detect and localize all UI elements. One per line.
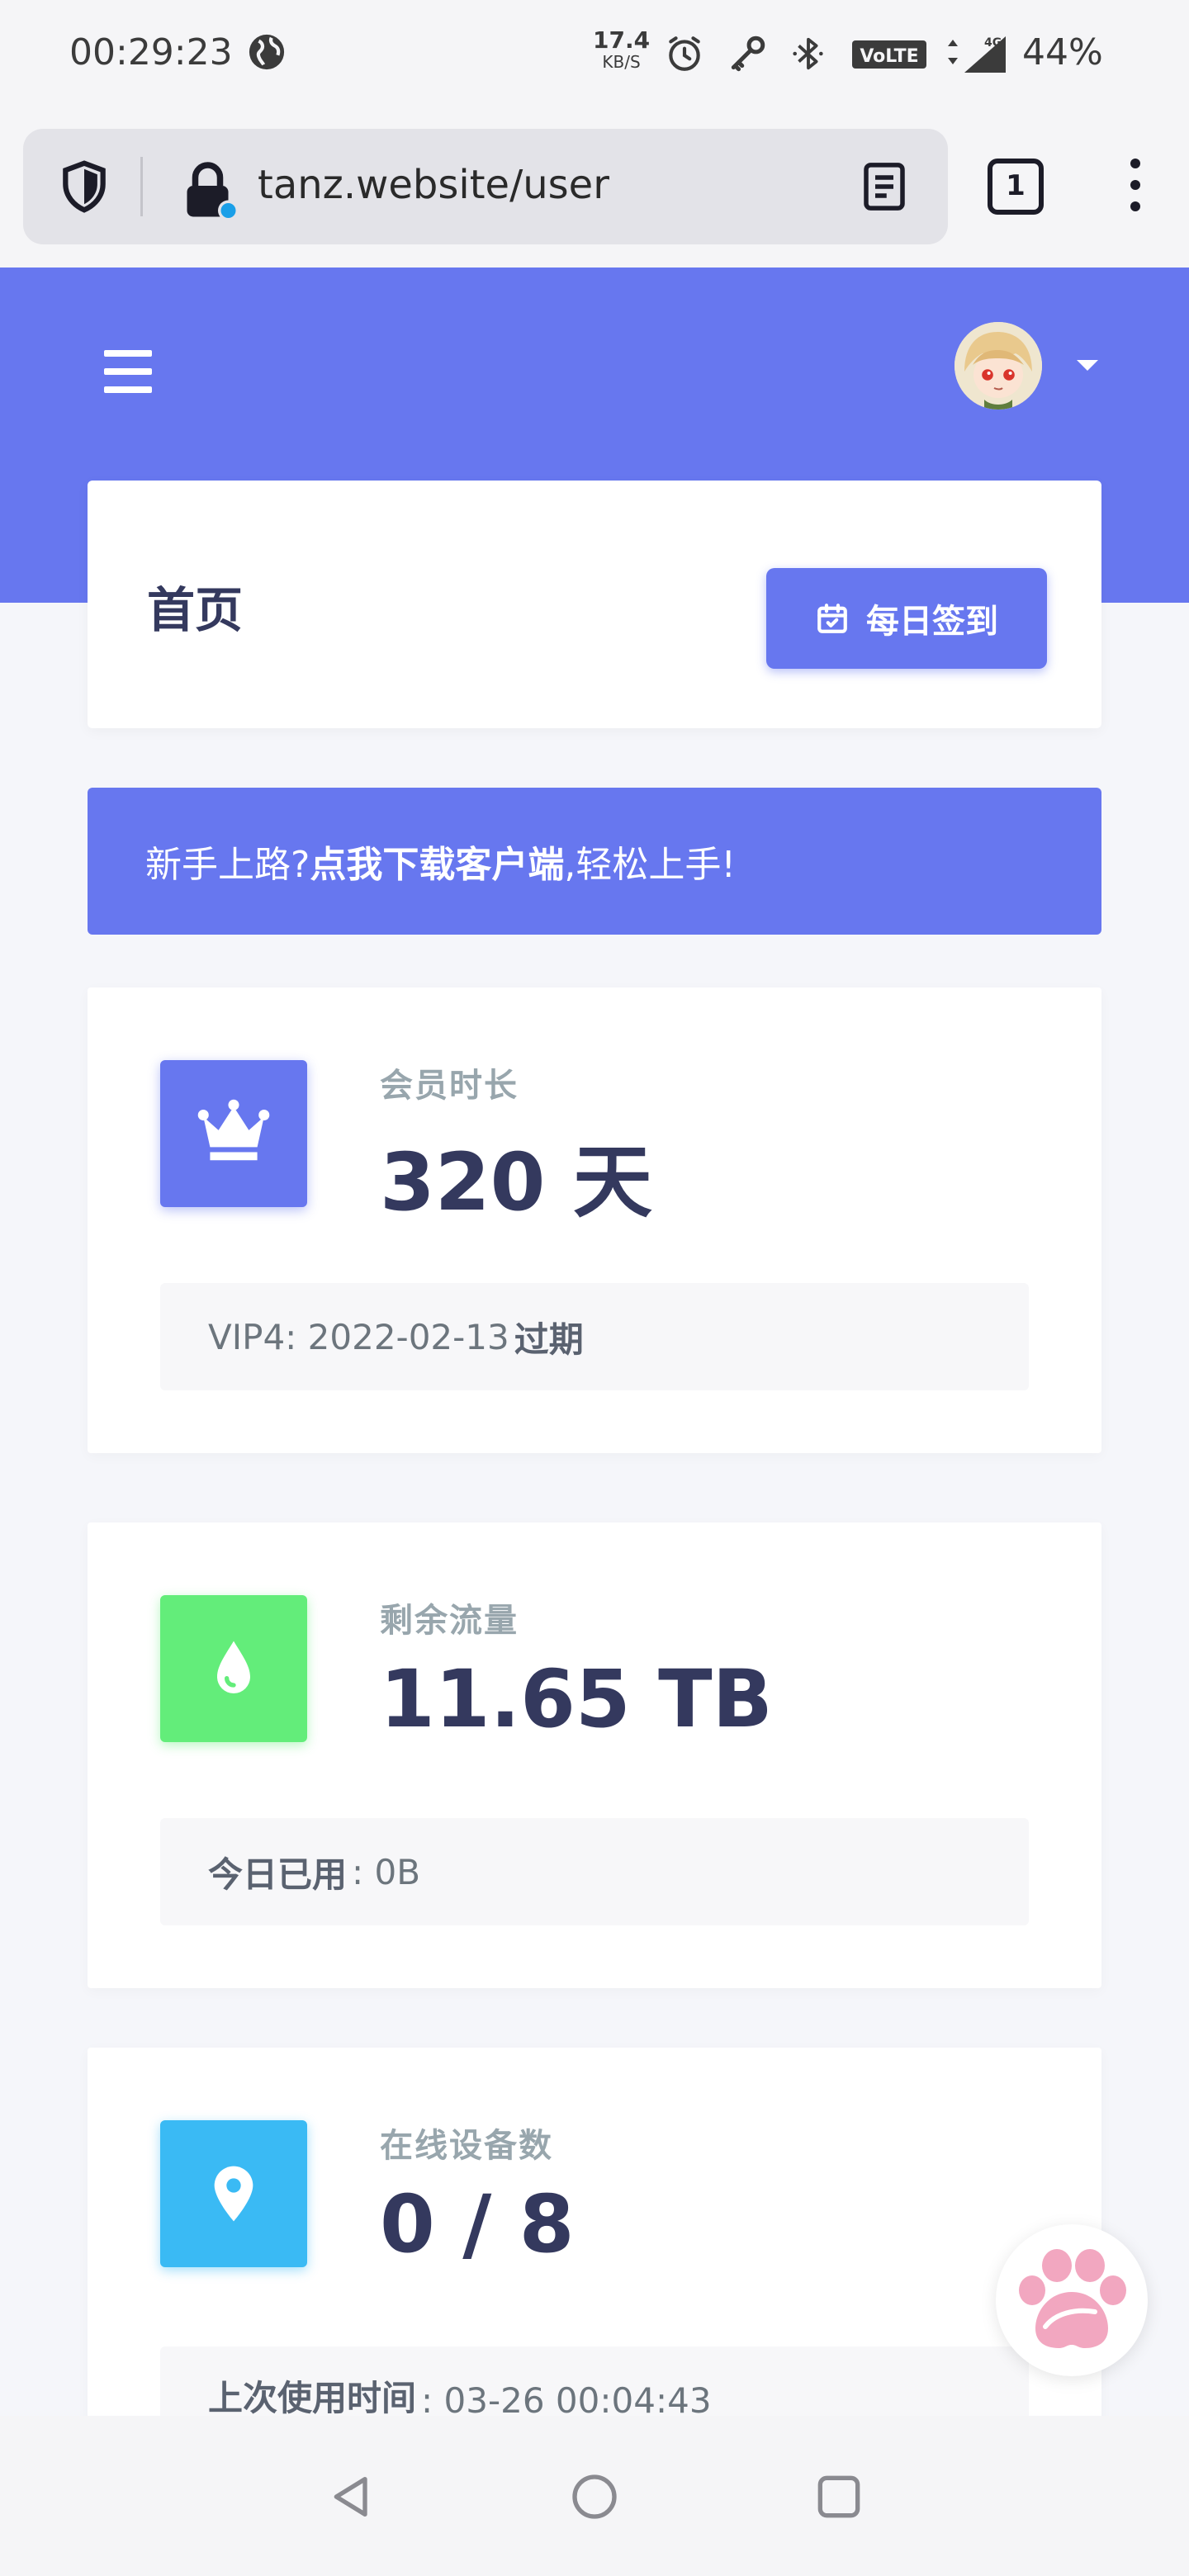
lock-icon[interactable] (177, 157, 243, 223)
alert-prefix: 新手上路? (145, 844, 310, 886)
daily-checkin-label: 每日签到 (866, 603, 998, 641)
signal-4g-icon: 4G (948, 36, 1006, 73)
crown-icon (160, 1060, 307, 1207)
vip-expiry-label: 过期 (514, 1319, 584, 1360)
calendar-check-icon (817, 604, 847, 633)
online-devices-card: 在线设备数 0 / 8 上次使用时间 : 03-26 00:04:43 (88, 2048, 1101, 2427)
back-icon[interactable] (325, 2470, 378, 2523)
home-icon[interactable] (568, 2470, 621, 2523)
page-title: 首页 (147, 582, 244, 638)
hamburger-menu-icon[interactable] (104, 350, 152, 393)
recents-icon[interactable] (812, 2470, 865, 2523)
chevron-down-icon[interactable] (1077, 360, 1098, 371)
stat-footer: 今日已用 : 0B (160, 1818, 1029, 1925)
floating-paw-button[interactable] (996, 2224, 1148, 2376)
alarm-icon (669, 36, 700, 71)
stat-footer: VIP4: 2022-02-13 过期 (160, 1283, 1029, 1390)
browser-toolbar: tanz.website/user 1 (0, 107, 1189, 268)
system-nav-bar (0, 2416, 1189, 2576)
svg-text:4G: 4G (984, 36, 1002, 50)
daily-checkin-button[interactable]: 每日签到 (766, 568, 1047, 669)
status-bar: 00:29:23 17.4 KB/S VoLTE 4G 44% (0, 0, 1189, 107)
reader-mode-icon[interactable] (857, 159, 912, 215)
today-used-value: : 0B (352, 1851, 421, 1892)
svg-text:VoLTE: VoLTE (860, 46, 918, 67)
stat-label: 剩余流量 (380, 1602, 519, 1640)
key-icon (731, 36, 765, 72)
stat-value: 320 天 (380, 1136, 652, 1229)
net-speed-value: 17.4 (593, 26, 651, 54)
last-used-value: : 03-26 00:04:43 (421, 2380, 712, 2421)
avatar[interactable] (955, 322, 1042, 410)
page-title-card: 首页 每日签到 (88, 481, 1101, 728)
url-divider (140, 157, 143, 216)
url-text[interactable]: tanz.website/user (258, 162, 609, 208)
avatar-image (955, 322, 1042, 410)
map-pin-icon (160, 2120, 307, 2267)
download-client-alert: 新手上路? 点我下载客户端 ,轻松上手! (88, 788, 1101, 935)
bluetooth-icon (793, 37, 823, 70)
menu-kebab-icon[interactable] (1123, 159, 1148, 221)
shield-icon[interactable] (56, 159, 112, 215)
stat-label: 会员时长 (380, 1067, 519, 1105)
stat-value: 11.65 TB (380, 1653, 773, 1745)
net-speed-unit: KB/S (602, 52, 641, 72)
alert-suffix: ,轻松上手! (564, 844, 736, 886)
status-time: 00:29:23 (69, 31, 233, 73)
stat-label: 在线设备数 (380, 2127, 553, 2165)
net-speed: 17.4 KB/S (593, 29, 650, 73)
today-used-label: 今日已用 (208, 1854, 348, 1895)
volte-icon: VoLTE (852, 40, 926, 69)
stat-value: 0 / 8 (380, 2178, 575, 2271)
download-client-link[interactable]: 点我下载客户端 (310, 835, 564, 888)
vip-expiry-date: VIP4: 2022-02-13 (208, 1316, 509, 1357)
traffic-card: 剩余流量 11.65 TB 今日已用 : 0B (88, 1522, 1101, 1988)
last-used-label: 上次使用时间 (208, 2378, 417, 2418)
url-bar[interactable]: tanz.website/user (23, 129, 948, 244)
battery-percent: 44% (1022, 31, 1103, 73)
globe-icon (249, 34, 285, 70)
tab-count-button[interactable]: 1 (988, 159, 1044, 215)
membership-card: 会员时长 320 天 VIP4: 2022-02-13 过期 (88, 987, 1101, 1453)
droplet-icon (160, 1595, 307, 1742)
paw-icon (1019, 2249, 1126, 2348)
